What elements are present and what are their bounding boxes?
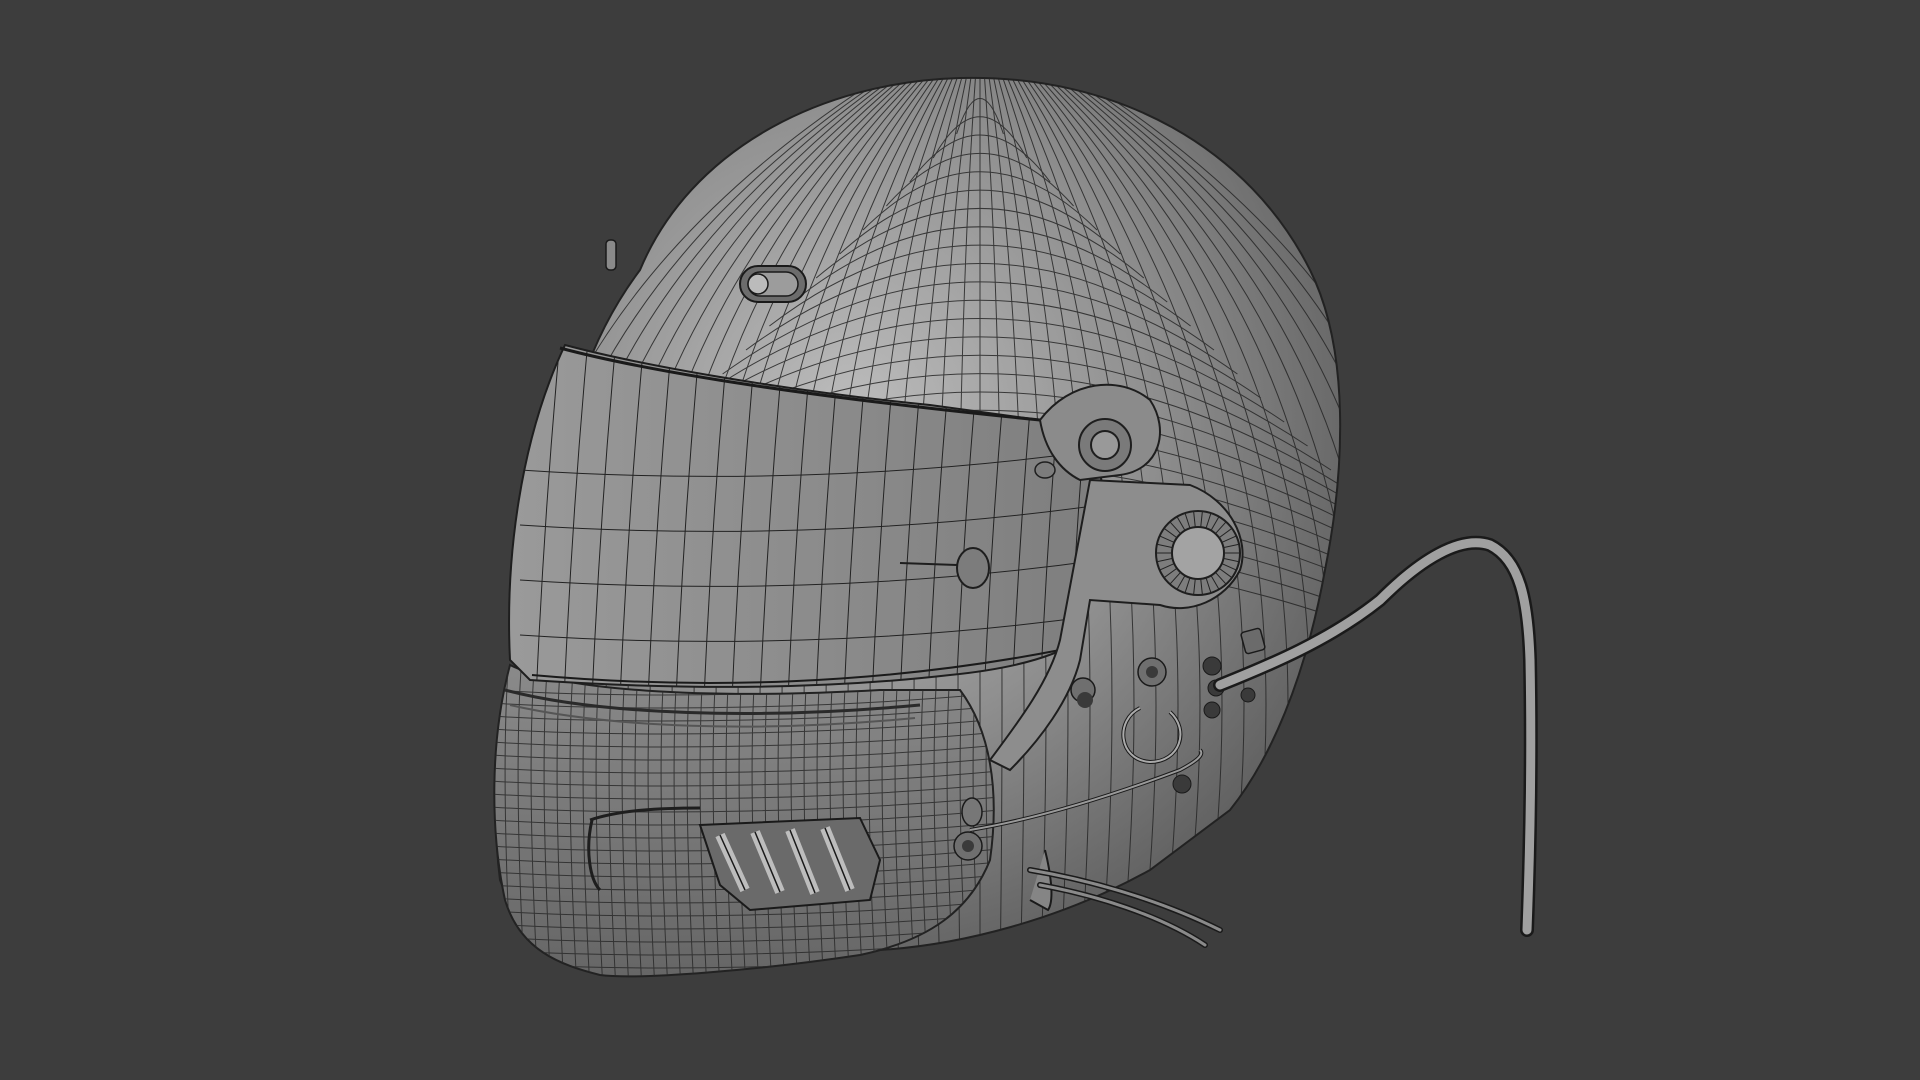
3d-viewport[interactable]	[0, 0, 1920, 1080]
helmet-render	[493, 76, 1538, 978]
